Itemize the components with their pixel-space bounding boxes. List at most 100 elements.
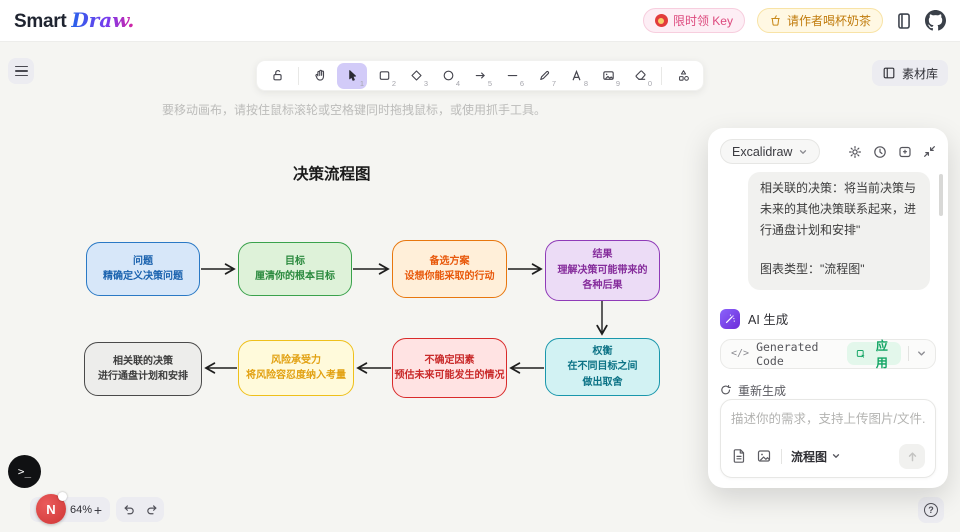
history-button[interactable] — [873, 145, 887, 159]
prompt-toolbar: 流程图 — [731, 444, 925, 469]
lock-icon — [270, 68, 285, 83]
library-button[interactable]: 素材库 — [872, 60, 948, 86]
rectangle-tool-button[interactable]: 2 — [369, 63, 399, 89]
chat-message-text: 相关联的决策：将当前决策与未来的其他决策联系起来，进行通盘计划和安排" — [760, 178, 918, 241]
zoom-in-button[interactable]: + — [94, 502, 102, 518]
diamond-tool-button[interactable]: 3 — [401, 63, 431, 89]
flow-node-goal[interactable]: 目标 厘清你的根本目标 — [238, 242, 352, 296]
line-tool-button[interactable]: 6 — [497, 63, 527, 89]
text-tool-button[interactable]: 8 — [561, 63, 591, 89]
node-desc: 厘清你的根本目标 — [255, 269, 335, 285]
node-title: 风险承受力 — [271, 353, 321, 369]
library-label: 素材库 — [902, 65, 938, 82]
limited-key-button[interactable]: 限时领 Key — [643, 8, 745, 33]
flow-node-linked-decisions[interactable]: 相关联的决策 进行通盘计划和安排 — [84, 342, 202, 396]
toolbar-divider — [661, 67, 662, 85]
panel-scrollbar[interactable] — [939, 174, 943, 216]
flow-node-risk-tolerance[interactable]: 风险承受力 将风险容忍度纳入考量 — [238, 340, 354, 396]
prompt-input[interactable] — [731, 412, 925, 426]
hand-icon — [313, 68, 328, 83]
zoom-level[interactable]: 64% — [70, 504, 92, 516]
history-controls — [116, 497, 164, 522]
user-avatar[interactable]: N — [36, 494, 66, 524]
panel-header-icons — [848, 145, 936, 159]
node-title: 相关联的决策 — [113, 354, 173, 370]
undo-button[interactable] — [121, 502, 136, 517]
hamburger-icon — [15, 66, 28, 68]
chevron-down-icon — [831, 451, 841, 461]
diagram-title[interactable]: 决策流程图 — [293, 162, 371, 184]
mode-selector[interactable]: Excalidraw — [720, 139, 820, 164]
flow-node-alternatives[interactable]: 备选方案 设想你能采取的行动 — [392, 240, 507, 298]
regenerate-button[interactable]: 重新生成 — [720, 382, 786, 399]
node-title: 备选方案 — [430, 254, 470, 270]
node-desc: 将风险容忍度纳入考量 — [246, 368, 346, 384]
selection-tool-button[interactable]: 1 — [337, 63, 367, 89]
flow-node-uncertainty[interactable]: 不确定因素 预估未来可能发生的情况 — [392, 338, 507, 398]
apply-button[interactable]: 应用 — [847, 342, 901, 365]
expand-code-button[interactable] — [916, 348, 927, 359]
text-icon — [569, 68, 584, 83]
image-tool-button[interactable]: 9 — [593, 63, 623, 89]
chat-message: 相关联的决策：将当前决策与未来的其他决策联系起来，进行通盘计划和安排" 图表类型… — [748, 172, 930, 290]
generated-code-card[interactable]: </> Generated Code 应用 — [720, 339, 936, 369]
flow-node-tradeoffs[interactable]: 权衡 在不同目标之间 做出取舍 — [545, 338, 660, 396]
help-button[interactable]: ? — [918, 497, 944, 523]
limited-key-label: 限时领 Key — [673, 12, 733, 29]
send-arrow-icon — [906, 450, 919, 463]
logo-draw: Draw. — [71, 8, 134, 32]
node-desc: 设想你能采取的行动 — [405, 269, 495, 285]
github-link[interactable] — [925, 10, 946, 31]
logo-smart: Smart — [14, 11, 66, 33]
docs-button[interactable] — [895, 12, 913, 30]
github-icon — [925, 10, 946, 31]
new-chat-button[interactable] — [898, 145, 912, 159]
prompt-input-card: 流程图 — [720, 399, 936, 478]
pencil-icon — [537, 68, 552, 83]
redo-button[interactable] — [145, 502, 160, 517]
panel-header: Excalidraw — [720, 139, 936, 164]
donate-label: 请作者喝杯奶茶 — [787, 12, 871, 29]
eraser-tool-button[interactable]: 0 — [625, 63, 655, 89]
settings-button[interactable] — [848, 145, 862, 159]
ellipse-tool-button[interactable]: 4 — [433, 63, 463, 89]
menu-button[interactable] — [8, 58, 34, 84]
attach-file-button[interactable] — [731, 448, 747, 464]
key-badge-icon — [655, 14, 668, 27]
flow-node-problem[interactable]: 问题 精确定义决策问题 — [86, 242, 200, 296]
node-title: 结果 — [593, 247, 613, 263]
collapse-panel-button[interactable] — [923, 145, 936, 158]
hand-tool-button[interactable] — [305, 63, 335, 89]
topbar-actions: 限时领 Key 请作者喝杯奶茶 — [643, 8, 946, 33]
attach-image-button[interactable] — [756, 448, 772, 464]
comment-plus-icon — [898, 145, 912, 159]
node-title: 问题 — [133, 254, 153, 270]
refresh-icon — [720, 384, 732, 396]
canvas-hint: 要移动画布，请按住鼠标滚轮或空格键同时拖拽鼠标，或使用抓手工具。 — [0, 101, 708, 118]
node-desc: 理解决策可能带来的 各种后果 — [558, 263, 648, 294]
shapes-tool-button[interactable] — [668, 63, 698, 89]
regenerate-label: 重新生成 — [738, 382, 786, 399]
flow-node-consequences[interactable]: 结果 理解决策可能带来的 各种后果 — [545, 240, 660, 301]
arrow-tool-button[interactable]: 5 — [465, 63, 495, 89]
code-icon: </> — [731, 348, 749, 359]
lock-tool-button[interactable] — [262, 63, 292, 89]
image-icon — [756, 448, 772, 464]
clock-icon — [873, 145, 887, 159]
diagram-type-selector[interactable]: 流程图 — [791, 448, 841, 465]
docs-icon — [895, 12, 913, 30]
donate-button[interactable]: 请作者喝杯奶茶 — [757, 8, 883, 33]
eraser-icon — [633, 68, 648, 83]
app-logo[interactable]: Smart Draw. — [14, 8, 134, 33]
send-button[interactable] — [899, 444, 925, 469]
node-title: 不确定因素 — [425, 353, 475, 369]
avatar-initial: N — [46, 502, 55, 517]
chevron-down-icon — [798, 147, 808, 157]
draw-tool-button[interactable]: 7 — [529, 63, 559, 89]
node-desc: 在不同目标之间 做出取舍 — [568, 359, 638, 390]
mode-label: Excalidraw — [732, 145, 792, 159]
node-desc: 进行通盘计划和安排 — [98, 369, 188, 385]
selection-cursor-icon — [345, 68, 360, 83]
terminal-button[interactable]: >_ — [8, 455, 41, 488]
file-icon — [731, 448, 747, 464]
